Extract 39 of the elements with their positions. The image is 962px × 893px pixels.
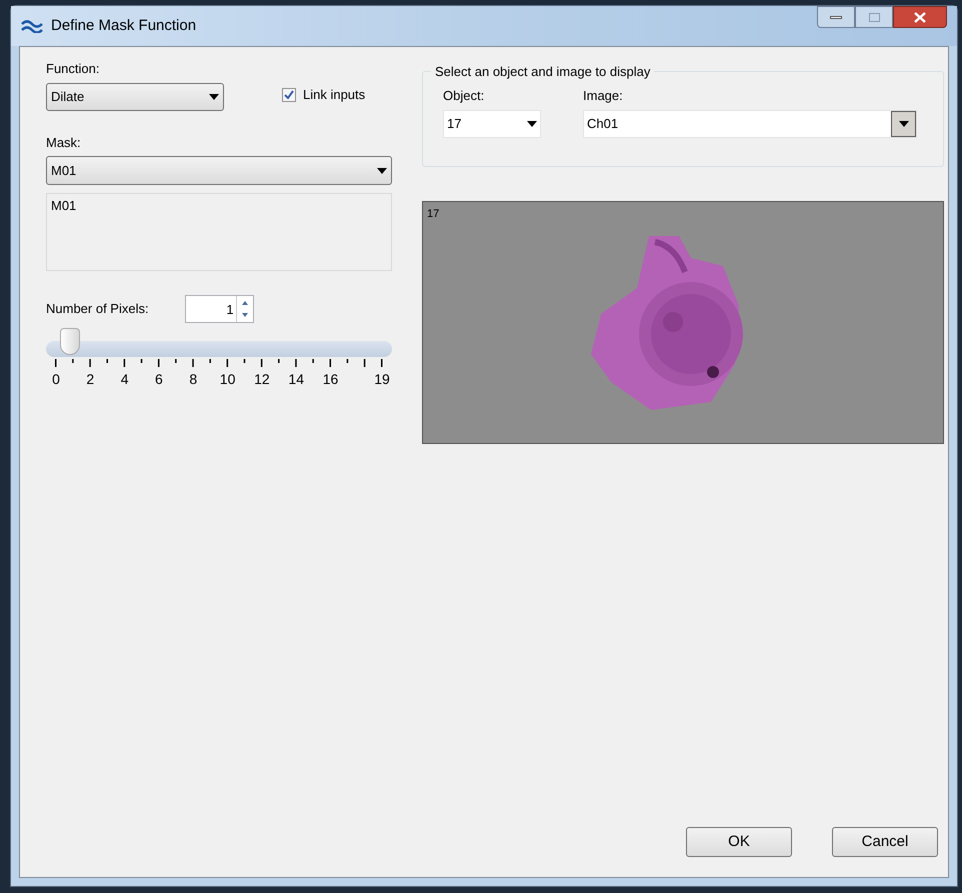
- dropdown-caret-icon: [209, 94, 219, 100]
- tick-label: 14: [288, 370, 304, 389]
- checkmark-icon: [284, 90, 294, 100]
- window-title: Define Mask Function: [51, 16, 196, 36]
- mask-dropdown[interactable]: M01: [46, 156, 392, 185]
- tick-label: 4: [120, 370, 129, 389]
- slider-thumb[interactable]: [60, 328, 80, 355]
- close-button[interactable]: [893, 6, 947, 28]
- dropdown-caret-icon: [527, 120, 537, 126]
- dropdown-caret-icon: [898, 120, 908, 126]
- maximize-button[interactable]: [855, 6, 893, 28]
- mask-expression-field[interactable]: M01: [46, 193, 392, 271]
- tick-label: 8: [189, 370, 198, 389]
- tick-label: 16: [322, 370, 338, 389]
- ok-button[interactable]: OK: [686, 827, 792, 857]
- minimize-button[interactable]: [817, 6, 855, 28]
- close-icon: [914, 12, 926, 22]
- pixels-spinner[interactable]: 1: [184, 295, 254, 323]
- mask-label: Mask:: [46, 134, 82, 152]
- object-dropdown[interactable]: 17: [443, 110, 541, 138]
- tick-label: 10: [220, 370, 236, 389]
- object-label: Object:: [443, 87, 486, 105]
- dropdown-caret-icon: [377, 168, 387, 174]
- function-label: Function:: [46, 60, 100, 78]
- dropdown-button[interactable]: [891, 110, 916, 136]
- tick-label: 2: [86, 370, 94, 389]
- image-label: Image:: [583, 87, 624, 105]
- tick-label: 19: [374, 370, 390, 389]
- number-of-pixels-label: Number of Pixels:: [46, 300, 149, 318]
- tick-label: 6: [155, 370, 163, 389]
- waves-icon: [21, 19, 43, 33]
- tick-label: 12: [254, 370, 270, 389]
- object-number-caption: 17: [427, 207, 440, 222]
- link-inputs-label: Link inputs: [303, 86, 366, 104]
- tick-label: 0: [52, 370, 60, 389]
- function-dropdown[interactable]: Dilate: [46, 82, 224, 110]
- link-inputs-checkbox[interactable]: [282, 88, 296, 102]
- cancel-button[interactable]: Cancel: [832, 827, 938, 857]
- image-combobox[interactable]: Ch01: [583, 110, 917, 138]
